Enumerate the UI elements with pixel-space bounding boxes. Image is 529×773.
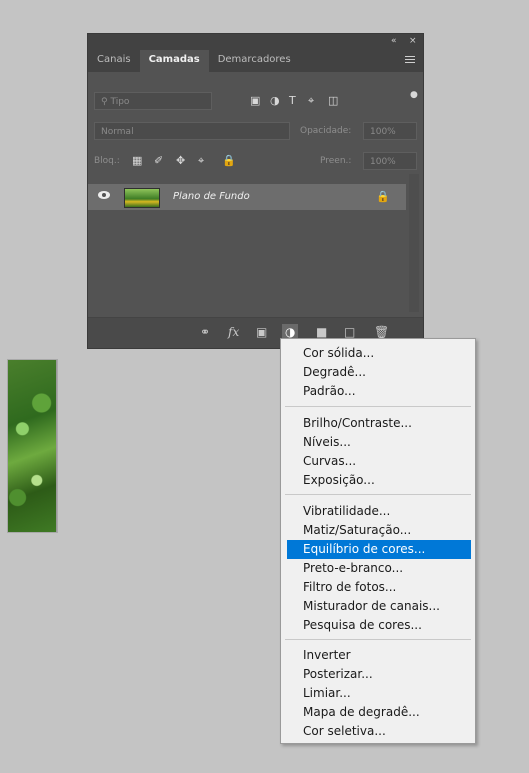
- smart-object-filter-icon[interactable]: ◫: [328, 92, 338, 110]
- menu-item-vibratilidade[interactable]: Vibratilidade...: [287, 502, 471, 521]
- menu-item-exposicao[interactable]: Exposição...: [287, 471, 471, 490]
- layer-thumbnail: [124, 188, 160, 208]
- menu-item-equilibrio-de-cores[interactable]: Equilíbrio de cores...: [287, 540, 471, 559]
- panel-titlebar: « ×: [88, 34, 423, 50]
- collapse-icon[interactable]: «: [391, 36, 397, 46]
- panel-menu-icon[interactable]: [405, 56, 415, 65]
- shape-filter-icon[interactable]: ⌖: [308, 92, 314, 110]
- filter-toggle-icon[interactable]: ●: [410, 86, 418, 104]
- lock-image-icon[interactable]: ✐: [154, 152, 163, 170]
- fill-label: Preen.:: [320, 156, 352, 166]
- panel-tabs: Canais Camadas Demarcadores: [88, 50, 423, 72]
- lock-artboard-icon[interactable]: ⌖: [198, 152, 204, 170]
- opacity-input[interactable]: 100%: [363, 122, 417, 140]
- menu-item-brilho-contraste[interactable]: Brilho/Contraste...: [287, 414, 471, 433]
- menu-item-filtro-de-fotos[interactable]: Filtro de fotos...: [287, 578, 471, 597]
- adjustment-filter-icon[interactable]: ◑: [270, 92, 280, 110]
- menu-item-padrao[interactable]: Padrão...: [287, 382, 471, 401]
- fill-input[interactable]: 100%: [363, 152, 417, 170]
- search-icon: ⚲: [101, 97, 108, 107]
- canvas-image: [8, 360, 57, 532]
- menu-item-misturador-de-canais[interactable]: Misturador de canais...: [287, 597, 471, 616]
- layer-name: Plano de Fundo: [173, 191, 250, 202]
- menu-item-pesquisa-de-cores[interactable]: Pesquisa de cores...: [287, 616, 471, 635]
- link-layers-icon[interactable]: ⚭: [200, 324, 210, 340]
- menu-item-curvas[interactable]: Curvas...: [287, 452, 471, 471]
- menu-item-preto-e-branco[interactable]: Preto-e-branco...: [287, 559, 471, 578]
- lock-all-icon[interactable]: 🔒: [222, 152, 236, 170]
- filter-kind-label: Tipo: [110, 97, 130, 107]
- menu-item-limiar[interactable]: Limiar...: [287, 684, 471, 703]
- blend-mode-select[interactable]: Normal: [94, 122, 290, 140]
- visibility-eye-icon[interactable]: [98, 191, 110, 199]
- adjustment-layer-menu: Cor sólida... Degradê... Padrão... Brilh…: [280, 338, 476, 744]
- layers-panel: « × Canais Camadas Demarcadores ⚲ Tipo ▣…: [88, 34, 423, 348]
- menu-item-mapa-de-degrade[interactable]: Mapa de degradê...: [287, 703, 471, 722]
- image-filter-icon[interactable]: ▣: [250, 92, 260, 110]
- tab-camadas[interactable]: Camadas: [139, 50, 209, 72]
- lock-pixels-icon[interactable]: ▦: [132, 152, 142, 170]
- menu-separator: [285, 639, 471, 640]
- lock-label: Bloq.:: [94, 156, 120, 166]
- layers-scrollbar[interactable]: [409, 174, 419, 312]
- layer-lock-icon: 🔒: [376, 190, 390, 203]
- layer-row[interactable]: Plano de Fundo 🔒: [88, 184, 406, 210]
- add-mask-icon[interactable]: ▣: [256, 324, 267, 340]
- opacity-label: Opacidade:: [300, 126, 352, 136]
- menu-item-cor-solida[interactable]: Cor sólida...: [287, 344, 471, 363]
- menu-item-inverter[interactable]: Inverter: [287, 646, 471, 665]
- close-icon[interactable]: ×: [409, 36, 417, 46]
- menu-item-degrade[interactable]: Degradê...: [287, 363, 471, 382]
- filter-kind-select[interactable]: ⚲ Tipo: [94, 92, 212, 110]
- menu-item-cor-seletiva[interactable]: Cor seletiva...: [287, 722, 471, 741]
- fx-icon[interactable]: fx: [228, 324, 239, 340]
- tab-demarcadores[interactable]: Demarcadores: [209, 50, 300, 72]
- menu-item-posterizar[interactable]: Posterizar...: [287, 665, 471, 684]
- tab-canais[interactable]: Canais: [88, 50, 140, 72]
- type-filter-icon[interactable]: T: [289, 92, 296, 110]
- menu-item-matiz-saturacao[interactable]: Matiz/Saturação...: [287, 521, 471, 540]
- menu-separator: [285, 494, 471, 495]
- menu-separator: [285, 406, 471, 407]
- menu-item-niveis[interactable]: Níveis...: [287, 433, 471, 452]
- lock-position-icon[interactable]: ✥: [176, 152, 185, 170]
